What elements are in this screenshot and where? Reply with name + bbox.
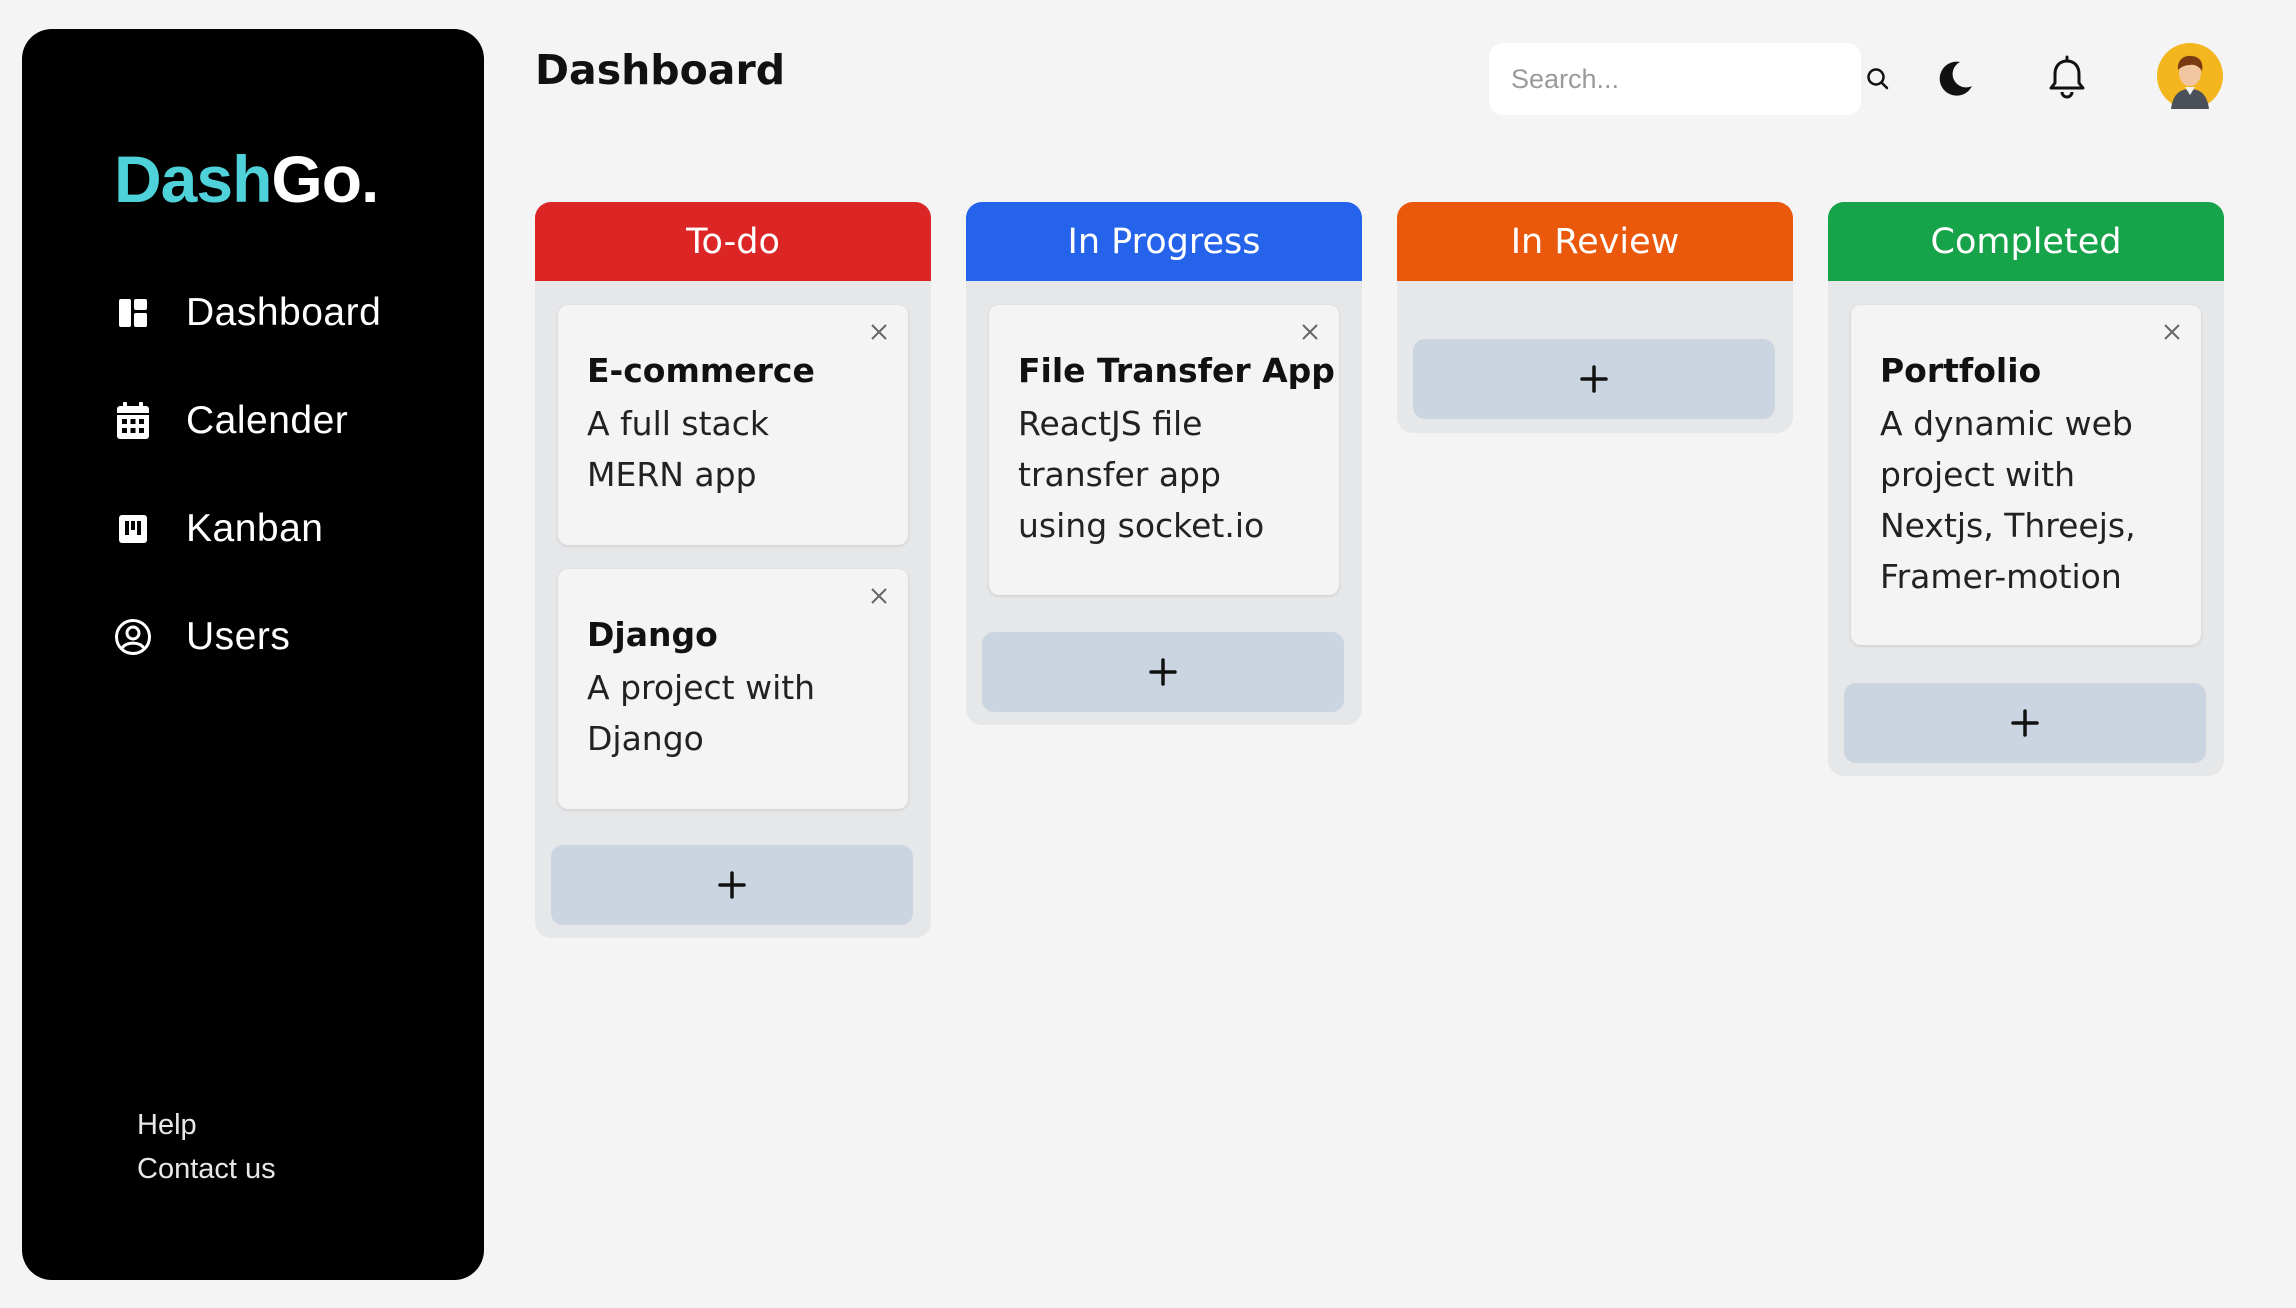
sidebar-item-label: Kanban <box>186 507 324 550</box>
card-title: Django <box>587 615 718 654</box>
task-card[interactable]: Django A project with Django <box>558 569 908 809</box>
plus-icon <box>718 871 746 899</box>
column-header: Completed <box>1828 202 2224 281</box>
close-icon[interactable] <box>1297 319 1323 345</box>
kanban-icon <box>112 508 154 550</box>
sidebar-item-calender[interactable]: Calender <box>112 391 348 451</box>
task-card[interactable]: Portfolio A dynamic web project with Nex… <box>1851 305 2201 645</box>
kanban-column-completed: Completed Portfolio A dynamic web projec… <box>1828 202 2224 776</box>
notification-bell-icon[interactable] <box>2044 55 2090 101</box>
sidebar-item-label: Calender <box>186 399 349 442</box>
help-link[interactable]: Help <box>137 1109 197 1142</box>
search-icon[interactable] <box>1865 66 1891 92</box>
add-card-button[interactable] <box>551 845 913 925</box>
close-icon[interactable] <box>866 319 892 345</box>
card-title: File Transfer App <box>1018 351 1335 390</box>
search-bar <box>1489 43 1889 115</box>
add-card-button[interactable] <box>982 632 1344 712</box>
plus-icon <box>1580 365 1608 393</box>
card-description: A dynamic web project with Nextjs, Three… <box>1880 404 2136 596</box>
page-title: Dashboard <box>535 46 786 94</box>
kanban-column-todo: To-do E-commerce A full stack MERN app D… <box>535 202 931 938</box>
calendar-icon <box>112 400 154 442</box>
sidebar: DashGo. Dashboard Calender Kanban Users … <box>22 29 484 1280</box>
contact-us-link[interactable]: Contact us <box>137 1153 276 1186</box>
add-card-button[interactable] <box>1413 339 1775 419</box>
search-input[interactable] <box>1511 63 1865 95</box>
card-title: Portfolio <box>1880 351 2042 390</box>
card-description: A full stack MERN app <box>587 404 770 494</box>
task-card[interactable]: E-commerce A full stack MERN app <box>558 305 908 545</box>
app-logo[interactable]: DashGo. <box>114 141 379 217</box>
kanban-column-in-review: In Review <box>1397 202 1793 433</box>
sidebar-item-kanban[interactable]: Kanban <box>112 499 323 559</box>
close-icon[interactable] <box>866 583 892 609</box>
column-header: In Progress <box>966 202 1362 281</box>
dashboard-icon <box>112 292 154 334</box>
sidebar-item-label: Dashboard <box>186 291 382 334</box>
user-circle-icon <box>112 616 154 658</box>
column-header: In Review <box>1397 202 1793 281</box>
sidebar-item-label: Users <box>186 615 291 658</box>
column-header: To-do <box>535 202 931 281</box>
card-title: E-commerce <box>587 351 815 390</box>
sidebar-item-dashboard[interactable]: Dashboard <box>112 283 381 343</box>
close-icon[interactable] <box>2159 319 2185 345</box>
plus-icon <box>1149 658 1177 686</box>
plus-icon <box>2011 709 2039 737</box>
sidebar-item-users[interactable]: Users <box>112 607 290 667</box>
card-description: A project with Django <box>587 668 816 758</box>
add-card-button[interactable] <box>1844 683 2206 763</box>
task-card[interactable]: File Transfer App ReactJS file transfer … <box>989 305 1339 595</box>
card-description: ReactJS file transfer app using socket.i… <box>1018 404 1265 545</box>
dark-mode-moon-icon[interactable] <box>1933 55 1979 101</box>
avatar[interactable] <box>2157 43 2223 109</box>
kanban-column-in-progress: In Progress File Transfer App ReactJS fi… <box>966 202 1362 725</box>
